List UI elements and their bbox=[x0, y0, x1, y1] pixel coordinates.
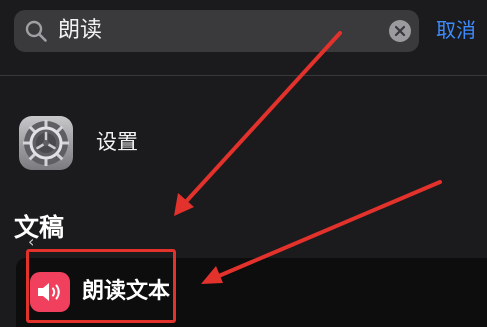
search-input[interactable]: 朗读 bbox=[58, 17, 102, 45]
cancel-button[interactable]: 取消 bbox=[436, 17, 476, 43]
search-bar[interactable]: 朗读 bbox=[14, 10, 419, 52]
settings-gear-icon bbox=[19, 116, 73, 170]
clear-search-button[interactable] bbox=[389, 20, 411, 42]
section-header: 文稿 bbox=[14, 213, 65, 242]
search-icon bbox=[25, 20, 47, 42]
settings-app-label: 设置 bbox=[96, 130, 138, 154]
highlight-box bbox=[26, 249, 176, 323]
divider bbox=[0, 75, 487, 76]
clear-icon bbox=[394, 25, 406, 37]
result-settings-app[interactable]: 设置 bbox=[0, 110, 487, 174]
